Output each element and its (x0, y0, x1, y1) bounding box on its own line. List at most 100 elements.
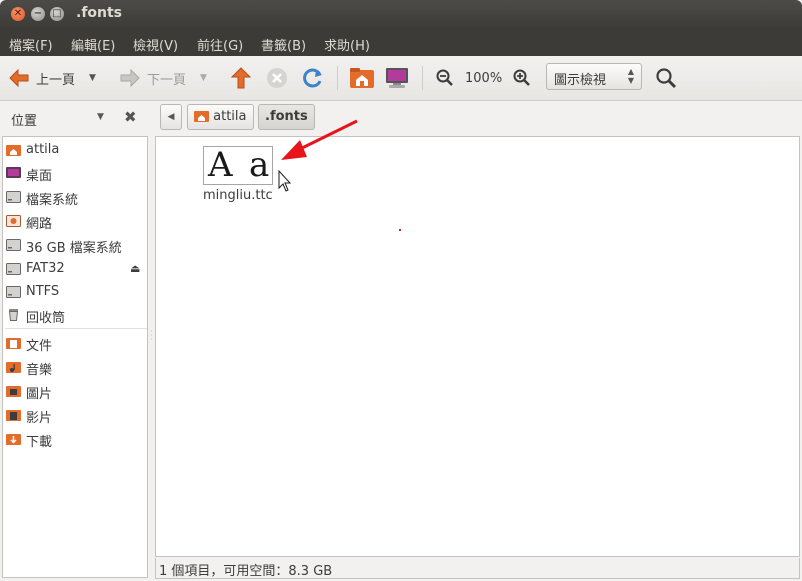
toolbar: 上一頁 ▼ 下一頁 ▼ 100% (0, 56, 802, 101)
breadcrumb-label: attila (213, 109, 247, 124)
sidebar-item-documents[interactable]: 文件 (5, 333, 145, 354)
zoom-out-button[interactable] (436, 65, 454, 91)
thumbnail-uppercase: A (208, 145, 233, 185)
sidebar-item-downloads[interactable]: 下載 (5, 429, 145, 450)
sidebar-item-network[interactable]: 網路 (5, 211, 145, 232)
up-arrow-icon (231, 67, 251, 89)
sidebar-close-icon[interactable]: ✖ (124, 108, 137, 126)
forward-button[interactable]: 下一頁 ▼ (119, 65, 207, 91)
zoom-level[interactable]: 100% (465, 65, 502, 91)
title-bar[interactable]: ✕ − □ .fonts (0, 0, 802, 29)
menu-help[interactable]: 求助(H) (324, 35, 370, 54)
close-window-icon[interactable]: ✕ (11, 7, 25, 21)
home-folder-icon (350, 68, 374, 88)
zoom-in-icon (513, 69, 530, 86)
forward-history-dropdown-icon[interactable]: ▼ (200, 73, 207, 83)
reload-button[interactable] (302, 65, 324, 91)
sidebar-item-filesystem[interactable]: 檔案系統 (5, 187, 145, 208)
maximize-window-icon[interactable]: □ (50, 7, 64, 21)
home-button[interactable] (349, 65, 375, 91)
sidebar-divider (5, 328, 147, 329)
trash-icon (8, 309, 19, 321)
file-view[interactable]: A a mingliu.ttc (155, 136, 800, 557)
sidebar-title: 位置 (11, 114, 38, 129)
forward-arrow-icon (120, 68, 140, 88)
font-file-thumbnail[interactable]: A a (203, 146, 273, 185)
sidebar-item-label: 檔案系統 (26, 193, 79, 208)
computer-button[interactable] (385, 65, 409, 91)
file-manager-window: ✕ − □ .fonts 檔案(F) 編輯(E) 檢視(V) 前往(G) 書籤(… (0, 0, 802, 581)
sidebar-item-label: 回收筒 (26, 311, 66, 326)
sidebar-item-pictures[interactable]: 圖片 (5, 381, 145, 402)
breadcrumb-home[interactable]: attila (187, 104, 254, 130)
network-icon (6, 215, 21, 227)
sidebar-item-label: 文件 (26, 339, 53, 354)
sidebar-item-label: attila (26, 142, 60, 157)
sidebar-item-label: NTFS (26, 284, 60, 299)
sidebar-item-desktop[interactable]: 桌面 (5, 163, 145, 184)
zoom-in-button[interactable] (513, 65, 531, 91)
path-bar: ◀ attila .fonts (155, 101, 802, 134)
sidebar-item-label: FAT32 (26, 261, 65, 276)
sidebar: attila 桌面 檔案系統 網路 36 GB 檔案系統 FAT32 ⏏ NTF… (2, 136, 148, 578)
sidebar-item-home[interactable]: attila (5, 140, 145, 160)
sidebar-item-music[interactable]: 音樂 (5, 357, 145, 378)
minimize-window-icon[interactable]: − (31, 7, 45, 21)
drive-icon (6, 239, 21, 251)
pictures-folder-icon (6, 386, 21, 397)
back-arrow-icon (9, 68, 29, 88)
drive-icon (6, 286, 21, 298)
eject-icon[interactable]: ⏏ (130, 262, 140, 275)
computer-icon (386, 68, 408, 88)
status-bar: 1 個項目，可用空間：8.3 GB (155, 558, 800, 579)
zoom-out-icon (436, 69, 453, 86)
menu-view[interactable]: 檢視(V) (133, 35, 178, 54)
menu-bar: 檔案(F) 編輯(E) 檢視(V) 前往(G) 書籤(B) 求助(H) (0, 29, 802, 56)
videos-folder-icon (6, 410, 21, 421)
menu-go[interactable]: 前往(G) (197, 35, 243, 54)
back-history-dropdown-icon[interactable]: ▼ (89, 73, 96, 83)
menu-edit[interactable]: 編輯(E) (71, 35, 115, 54)
status-text: 1 個項目，可用空間：8.3 GB (159, 564, 333, 579)
sidebar-item-label: 圖片 (26, 387, 53, 402)
menu-bookmarks[interactable]: 書籤(B) (261, 35, 306, 54)
sidebar-item-videos[interactable]: 影片 (5, 405, 145, 426)
home-folder-icon (6, 145, 21, 156)
stop-button[interactable] (266, 65, 288, 91)
drive-icon (6, 263, 21, 275)
sidebar-type-dropdown-icon[interactable]: ▼ (97, 112, 104, 122)
path-scroll-left-icon[interactable]: ◀ (160, 104, 182, 130)
reload-icon (303, 68, 322, 88)
sidebar-item-ntfs[interactable]: NTFS (5, 282, 145, 302)
forward-label: 下一頁 (147, 72, 187, 88)
window-title: .fonts (76, 5, 123, 21)
menu-file[interactable]: 檔案(F) (9, 35, 53, 54)
sidebar-item-label: 36 GB 檔案系統 (26, 241, 122, 256)
desktop-icon (6, 167, 21, 178)
toolbar-separator (337, 66, 338, 90)
sidebar-item-label: 下載 (26, 435, 53, 450)
thumbnail-lowercase: a (249, 145, 270, 185)
sidebar-item-label: 網路 (26, 217, 53, 232)
home-folder-icon (194, 111, 209, 122)
pane-resize-handle[interactable]: · · · (150, 328, 154, 346)
back-button[interactable]: 上一頁 ▼ (8, 65, 96, 91)
search-button[interactable] (655, 65, 677, 91)
search-icon (656, 68, 677, 89)
music-folder-icon (6, 362, 21, 373)
sidebar-item-fat32[interactable]: FAT32 ⏏ (5, 259, 145, 279)
downloads-folder-icon (6, 434, 21, 445)
file-name[interactable]: mingliu.ttc (203, 188, 273, 203)
breadcrumb-label: .fonts (265, 109, 308, 124)
sidebar-item-label: 桌面 (26, 169, 53, 184)
breadcrumb-current[interactable]: .fonts (258, 104, 315, 130)
zoom-level-label: 100% (465, 70, 503, 86)
sidebar-item-label: 影片 (26, 411, 53, 426)
view-mode-select[interactable]: 圖示檢視 ▲ ▼ (546, 63, 642, 90)
toolbar-separator (422, 66, 423, 90)
sidebar-item-trash[interactable]: 回收筒 (5, 305, 145, 326)
stop-icon (267, 68, 287, 88)
up-button[interactable] (231, 65, 251, 91)
drive-icon (6, 191, 21, 203)
sidebar-item-36gb-filesystem[interactable]: 36 GB 檔案系統 (5, 235, 145, 256)
